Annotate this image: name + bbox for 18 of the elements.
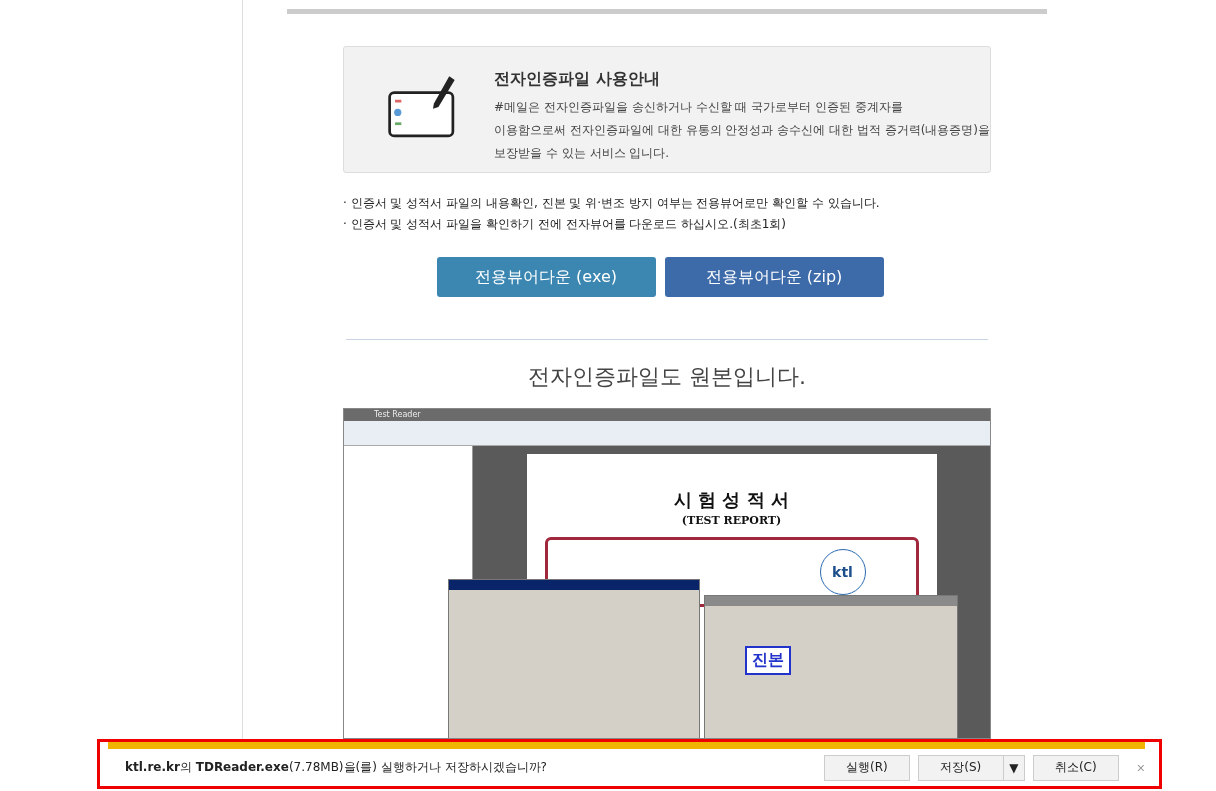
document-subtitle: (TEST REPORT) (681, 514, 782, 527)
info-text: #메일은 전자인증파일을 송신하거나 수신할 때 국가로부터 인증된 중계자를 (494, 98, 904, 116)
section-heading: 전자인증파일도 원본입니다. (528, 363, 806, 391)
notice-text: · 인증서 및 성적서 파일의 내용확인, 진본 및 위·변조 방지 여부는 전용뷰어로만 확인할 수 있습니다. (343, 195, 881, 213)
stamp-label: 진본 (745, 646, 791, 675)
document-title: 시 험 성 적 서 (673, 488, 790, 512)
info-text: 보장받을 수 있는 서비스 입니다. (494, 144, 671, 162)
download-message: ktl.re.kr의 TDReader.exe(7.78MB)을(를) 실행하거나 저장하시겠습니까? (125, 759, 548, 776)
info-text: 이용함으로써 전자인증파일에 대한 유통의 안정성과 송수신에 대한 법적 증거력(내용증명)을 (494, 121, 990, 139)
dialog-button[interactable]: 실행(R) (823, 754, 910, 781)
info-title: 전자인증파일 사용안내 (494, 68, 661, 90)
download-button[interactable]: 전용뷰어다운 (exe) (436, 257, 656, 298)
dropdown-button[interactable]: ▼ (1002, 754, 1025, 781)
notice-text: · 인증서 및 성적서 파일을 확인하기 전에 전자뷰어를 다운로드 하십시오.(최초1회) (343, 216, 787, 234)
window-title: Test Reader (344, 409, 990, 421)
dialog-button[interactable]: 취소(C) (1032, 754, 1119, 781)
dialog-button[interactable]: 저장(S) (917, 754, 1004, 781)
download-button[interactable]: 전용뷰어다운 (zip) (664, 257, 884, 298)
